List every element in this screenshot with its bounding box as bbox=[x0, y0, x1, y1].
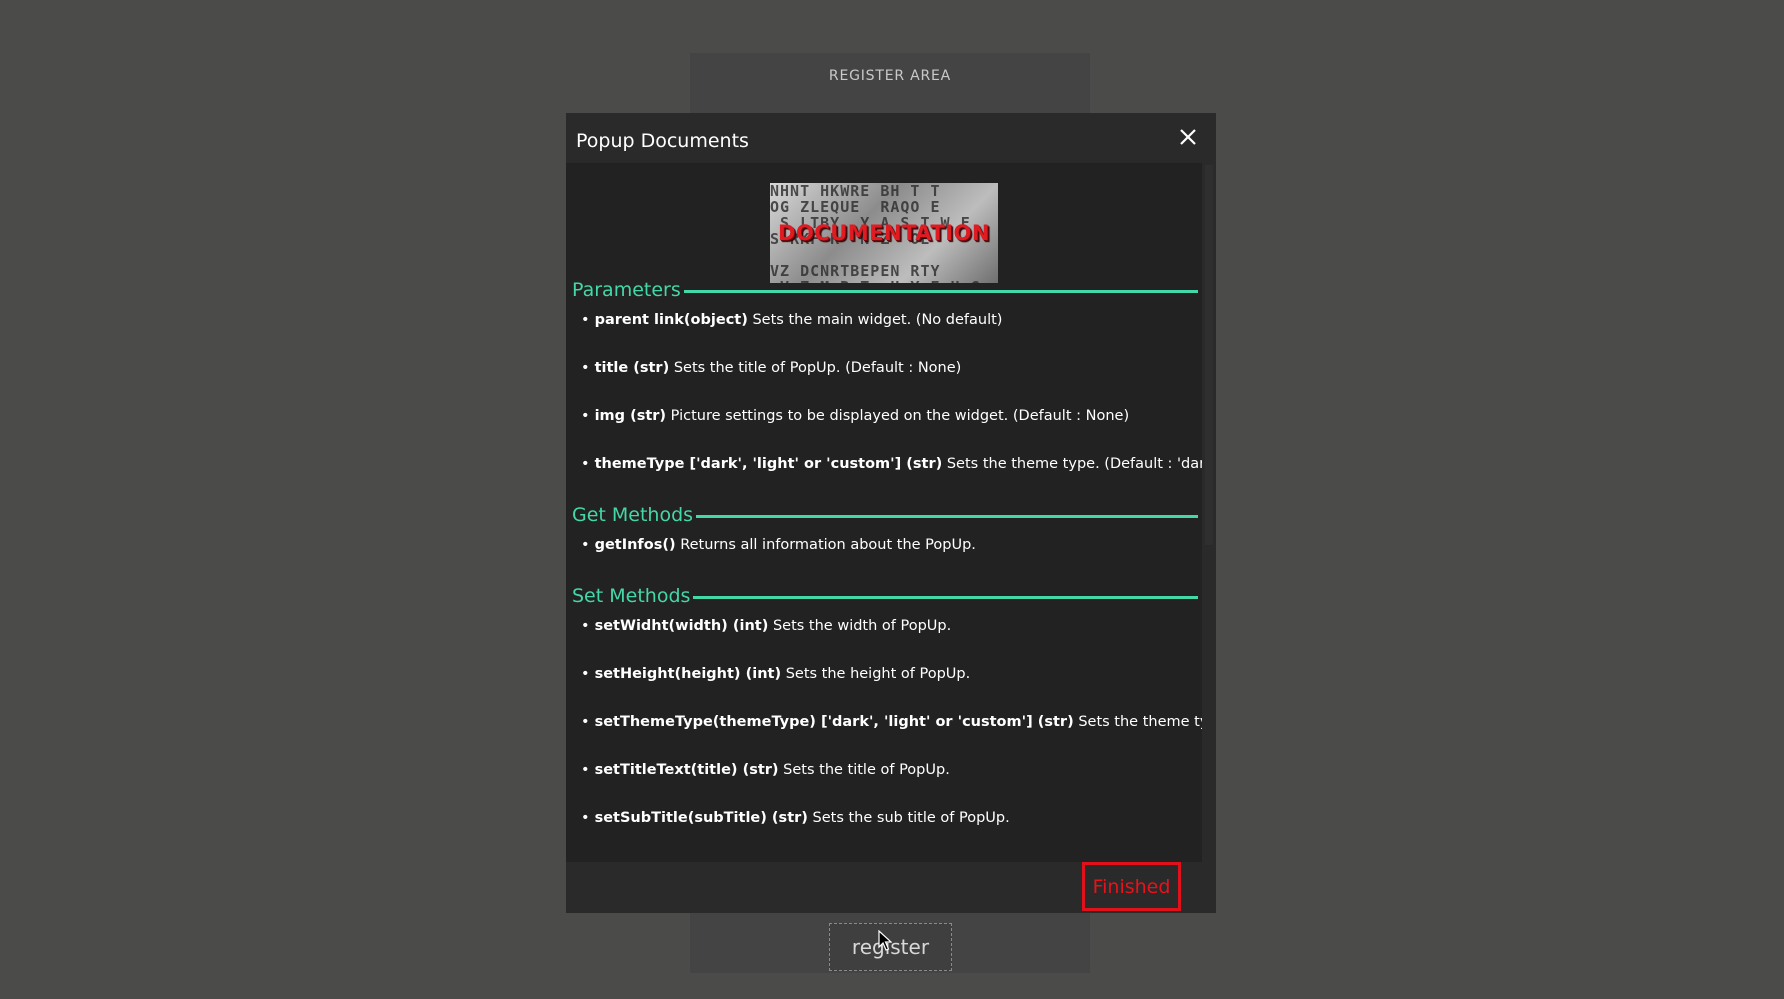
section-title: Parameters bbox=[572, 279, 681, 301]
list-item: • themeType ['dark', 'light' or 'custom']… bbox=[581, 456, 1202, 472]
documentation-image: NHNT HKWRE BH T T OG ZLEQUE RAQO E S LTB… bbox=[770, 183, 998, 283]
list-item: • img (str) Picture settings to be displa… bbox=[581, 408, 1130, 424]
section-rule bbox=[696, 514, 1198, 518]
section-heading-set-methods: Set Methods bbox=[572, 585, 1198, 607]
documentation-word: DOCUMENTATION bbox=[778, 221, 990, 245]
section-heading-get-methods: Get Methods bbox=[572, 504, 1198, 526]
section-heading-parameters: Parameters bbox=[572, 279, 1198, 301]
scrollbar-thumb[interactable] bbox=[1205, 165, 1213, 545]
section-rule bbox=[683, 289, 1198, 293]
list-item: • setWidht(width) (int) Sets the width of… bbox=[581, 618, 952, 634]
cursor-icon bbox=[878, 930, 892, 951]
list-item: • title (str) Sets the title of PopUp. (D… bbox=[581, 360, 962, 376]
popup-title: Popup Documents bbox=[576, 130, 749, 152]
finished-button[interactable]: Finished bbox=[1082, 862, 1181, 911]
popup-footer: Finished bbox=[566, 862, 1216, 913]
list-item: • setThemeType(themeType) ['dark', 'light… bbox=[581, 714, 1202, 730]
list-item: • getInfos() Returns all information abou… bbox=[581, 537, 976, 553]
popup-header: Popup Documents bbox=[566, 113, 1216, 163]
popup-body: NHNT HKWRE BH T T OG ZLEQUE RAQO E S LTB… bbox=[566, 163, 1202, 862]
list-item: • setSubTitle(subTitle) (str) Sets the su… bbox=[581, 810, 1010, 826]
list-item: • setTitleText(title) (str) Sets the titl… bbox=[581, 762, 950, 778]
popup-scrollbar[interactable] bbox=[1202, 163, 1216, 862]
section-rule bbox=[693, 595, 1198, 599]
popup-dialog: Popup Documents NHNT HKWRE BH T T OG ZLE… bbox=[566, 113, 1216, 913]
register-area-header: REGISTER AREA bbox=[690, 53, 1090, 105]
register-area-title: REGISTER AREA bbox=[800, 56, 980, 102]
list-item: • parent link(object) Sets the main widge… bbox=[581, 312, 1003, 328]
list-item: • setHeight(height) (int) Sets the height… bbox=[581, 666, 971, 682]
section-title: Set Methods bbox=[572, 585, 691, 607]
section-title: Get Methods bbox=[572, 504, 694, 526]
close-icon[interactable] bbox=[1178, 127, 1198, 147]
